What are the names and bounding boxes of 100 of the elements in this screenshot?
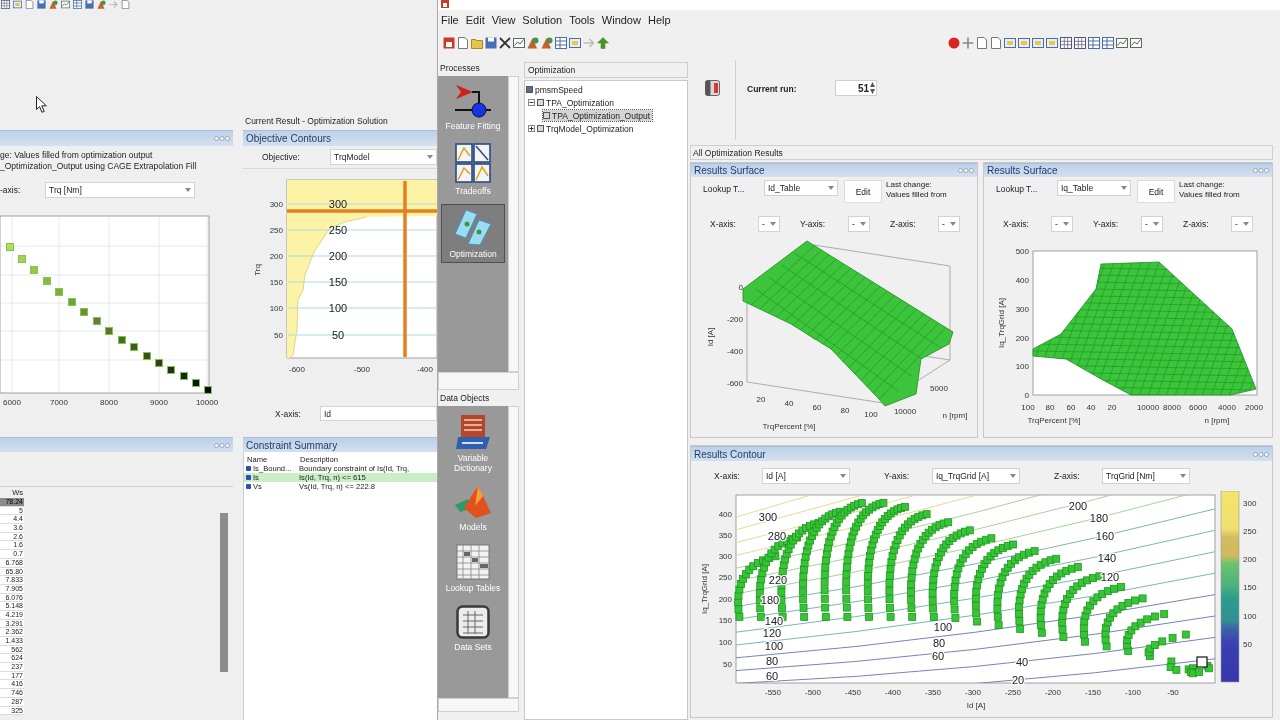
contour-label: 100 [764, 640, 784, 652]
last-change-note: Last change: Values filled from [1179, 180, 1240, 200]
menu-item[interactable]: File [438, 14, 462, 26]
data-point [6, 243, 14, 251]
contour-label: 150 [328, 276, 348, 288]
axis-tick-label: 6000 [3, 398, 21, 407]
tree-item[interactable]: TPA_Optimization_Output [543, 110, 653, 121]
grip-icon[interactable] [214, 136, 230, 141]
axis-tick-label: 100 [864, 410, 878, 419]
axis-title: Iq_TrqGrid [A] [700, 564, 709, 614]
dropdown[interactable]: - [758, 216, 780, 232]
grid-icon[interactable] [1074, 37, 1086, 49]
contour-label: 100 [933, 621, 953, 633]
table-icon[interactable] [555, 37, 567, 49]
scrollbar[interactable] [508, 406, 519, 698]
grip-icon[interactable] [214, 442, 230, 448]
scrollbar[interactable] [220, 513, 228, 672]
axis-label: Y-axis: [800, 219, 827, 229]
contour-label: 300 [328, 198, 348, 210]
expand-icon[interactable] [528, 125, 535, 132]
shapes-icon[interactable] [541, 37, 553, 49]
window-icon[interactable] [569, 37, 581, 49]
dropdown[interactable]: TrqGrid [Nm] [1102, 468, 1190, 484]
menu-item[interactable]: Window [598, 14, 644, 26]
window-icon[interactable] [1004, 37, 1016, 49]
folder-icon[interactable] [471, 37, 483, 49]
window-icon[interactable] [1046, 37, 1058, 49]
menu-item[interactable]: Edit [462, 14, 488, 26]
dropdown[interactable]: Iq_Table [1057, 180, 1131, 196]
dropdown[interactable]: - [1051, 216, 1073, 232]
grip-icon[interactable] [1253, 168, 1269, 173]
menu-item[interactable]: Tools [566, 14, 598, 26]
dropdown[interactable]: Trq [Nm] [45, 182, 195, 198]
document-icon[interactable] [457, 37, 469, 49]
chart-icon[interactable] [1116, 37, 1128, 49]
dot-icon[interactable] [948, 37, 960, 49]
chart-icon[interactable] [513, 37, 525, 49]
edit-button[interactable]: Edit [1137, 180, 1175, 203]
save-icon[interactable] [37, 0, 46, 9]
spin-arrows-icon[interactable] [870, 82, 875, 94]
chart-icon[interactable] [61, 0, 70, 9]
plus-icon[interactable] [962, 37, 974, 49]
menu-item[interactable]: Solution [519, 14, 566, 26]
axis-tick-label: 100 [718, 638, 732, 647]
table-icon[interactable] [1102, 37, 1114, 49]
document-icon[interactable] [121, 0, 130, 9]
dropdown[interactable]: Id [A] [762, 468, 850, 484]
scrollbar[interactable] [438, 372, 519, 390]
shapes-icon[interactable] [49, 0, 58, 9]
collapse-icon[interactable] [528, 99, 535, 106]
input-field[interactable]: Id [320, 406, 437, 421]
document-icon[interactable] [976, 37, 988, 49]
dropdown[interactable]: TrqModel [330, 149, 437, 165]
dropdown[interactable]: - [848, 216, 870, 232]
axis-tick-label: 40 [784, 399, 794, 408]
section-title: Current Result - Optimization Solution [244, 116, 388, 126]
axis-label: Z-axis: [1183, 219, 1210, 229]
grip-icon[interactable] [1253, 451, 1269, 457]
run-spinner[interactable]: 51 [835, 80, 877, 96]
shapes-icon[interactable] [97, 0, 106, 9]
axis-tick-label: 8000 [1163, 403, 1181, 412]
dropdown[interactable]: - [1231, 216, 1253, 232]
up-arrow-icon[interactable] [597, 37, 609, 49]
axis-tick-label: 20 [1107, 403, 1117, 412]
axis-tick-label: 10000 [195, 398, 219, 407]
x-mark-icon[interactable] [499, 37, 511, 49]
grid-icon[interactable] [1060, 37, 1072, 49]
window-icon[interactable] [1018, 37, 1030, 49]
menu-item[interactable]: View [488, 14, 519, 26]
process-item[interactable]: Optimization [441, 204, 505, 263]
menu-item[interactable]: Help [644, 14, 674, 26]
window-icon[interactable] [13, 0, 22, 9]
dropdown[interactable]: - [1141, 216, 1163, 232]
tree-item[interactable]: TPA_Optimization [528, 97, 616, 108]
scrollbar[interactable] [438, 698, 519, 712]
tree-item[interactable]: pmsmSpeed [526, 84, 585, 95]
book-icon [705, 80, 720, 96]
dropdown[interactable]: Iq_TrqGrid [A] [932, 468, 1020, 484]
edit-button[interactable]: Edit [844, 180, 882, 203]
scrollbar[interactable] [508, 76, 519, 372]
contour-label: 60 [765, 670, 779, 682]
shapes-icon[interactable] [527, 37, 539, 49]
save-icon[interactable] [85, 0, 94, 9]
window-icon[interactable] [1032, 37, 1044, 49]
tree-item[interactable]: TrqModel_Optimization [528, 123, 636, 134]
document-icon[interactable] [25, 0, 34, 9]
arrow-node-icon [454, 84, 492, 118]
table-icon[interactable] [1088, 37, 1100, 49]
dropdown[interactable]: - [938, 216, 960, 232]
axis-label: X-axis: [1003, 219, 1030, 229]
axis-tick-label: -50 [1167, 688, 1179, 697]
grip-icon[interactable] [958, 168, 974, 173]
save-icon[interactable] [485, 37, 497, 49]
app-icon[interactable] [443, 37, 455, 49]
grid-icon[interactable] [1, 0, 10, 9]
dropdown[interactable]: Id_Table [764, 180, 838, 196]
chart-icon[interactable] [1130, 37, 1142, 49]
document-icon[interactable] [990, 37, 1002, 49]
axis-tick-label: 80 [840, 406, 850, 415]
table-icon[interactable] [73, 0, 82, 9]
